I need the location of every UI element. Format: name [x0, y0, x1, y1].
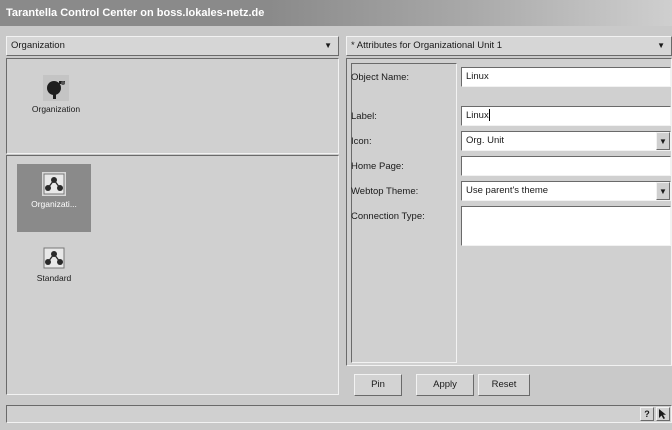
- home-page-field[interactable]: [461, 156, 671, 176]
- organization-selector[interactable]: Organization ▼: [6, 36, 339, 56]
- organization-icon: [43, 75, 69, 101]
- object-name-label: Object Name:: [351, 72, 410, 83]
- status-bar: [6, 405, 672, 423]
- org-unit-label-selected: Organizati...: [31, 199, 77, 209]
- icon-select-value: Org. Unit: [466, 135, 505, 146]
- text-cursor: [488, 109, 490, 122]
- connection-type-label: Connection Type:: [351, 211, 425, 222]
- chevron-down-icon[interactable]: ▼: [656, 132, 670, 150]
- icon-select[interactable]: Org. Unit ▼: [461, 131, 671, 151]
- reset-button[interactable]: Reset: [478, 374, 530, 396]
- organization-root-label: Organization: [31, 104, 81, 114]
- chevron-down-icon: ▼: [657, 41, 665, 50]
- organization-root-panel: Organization: [6, 58, 339, 154]
- chevron-down-icon: ▼: [324, 41, 332, 50]
- attributes-header[interactable]: * Attributes for Organizational Unit 1 ▼: [346, 36, 672, 56]
- label-field[interactable]: Linux: [461, 106, 671, 126]
- pin-button[interactable]: Pin: [354, 374, 402, 396]
- organization-root-item[interactable]: Organization: [19, 75, 93, 114]
- label-label: Label:: [351, 111, 377, 122]
- object-name-field[interactable]: Linux: [461, 67, 671, 87]
- pointer-help-icon: [659, 409, 666, 419]
- org-unit-icon: [43, 247, 65, 269]
- pointer-help-button[interactable]: [656, 407, 670, 421]
- object-name-value: Linux: [466, 71, 489, 82]
- org-unit-label-standard: Standard: [36, 273, 72, 283]
- icon-label: Icon:: [351, 136, 372, 147]
- webtop-theme-label: Webtop Theme:: [351, 186, 419, 197]
- apply-button[interactable]: Apply: [416, 374, 474, 396]
- label-value: Linux: [466, 110, 489, 121]
- webtop-theme-value: Use parent's theme: [466, 185, 549, 196]
- organization-selector-label: Organization: [11, 40, 65, 51]
- home-page-label: Home Page:: [351, 161, 404, 172]
- org-unit-item-standard[interactable]: Standard: [17, 246, 91, 283]
- org-unit-icon: [42, 172, 66, 196]
- organization-units-panel: Organizati... Standard: [6, 155, 339, 395]
- window-title: Tarantella Control Center on boss.lokale…: [0, 0, 672, 26]
- org-unit-item-selected[interactable]: Organizati...: [17, 164, 91, 232]
- chevron-down-icon[interactable]: ▼: [656, 182, 670, 200]
- webtop-theme-select[interactable]: Use parent's theme ▼: [461, 181, 671, 201]
- attributes-header-label: * Attributes for Organizational Unit 1: [351, 40, 503, 51]
- connection-type-field[interactable]: [461, 206, 671, 246]
- attributes-panel: Object Name: Linux Label: Linux Icon: Or…: [346, 58, 672, 366]
- help-button[interactable]: ?: [640, 407, 654, 421]
